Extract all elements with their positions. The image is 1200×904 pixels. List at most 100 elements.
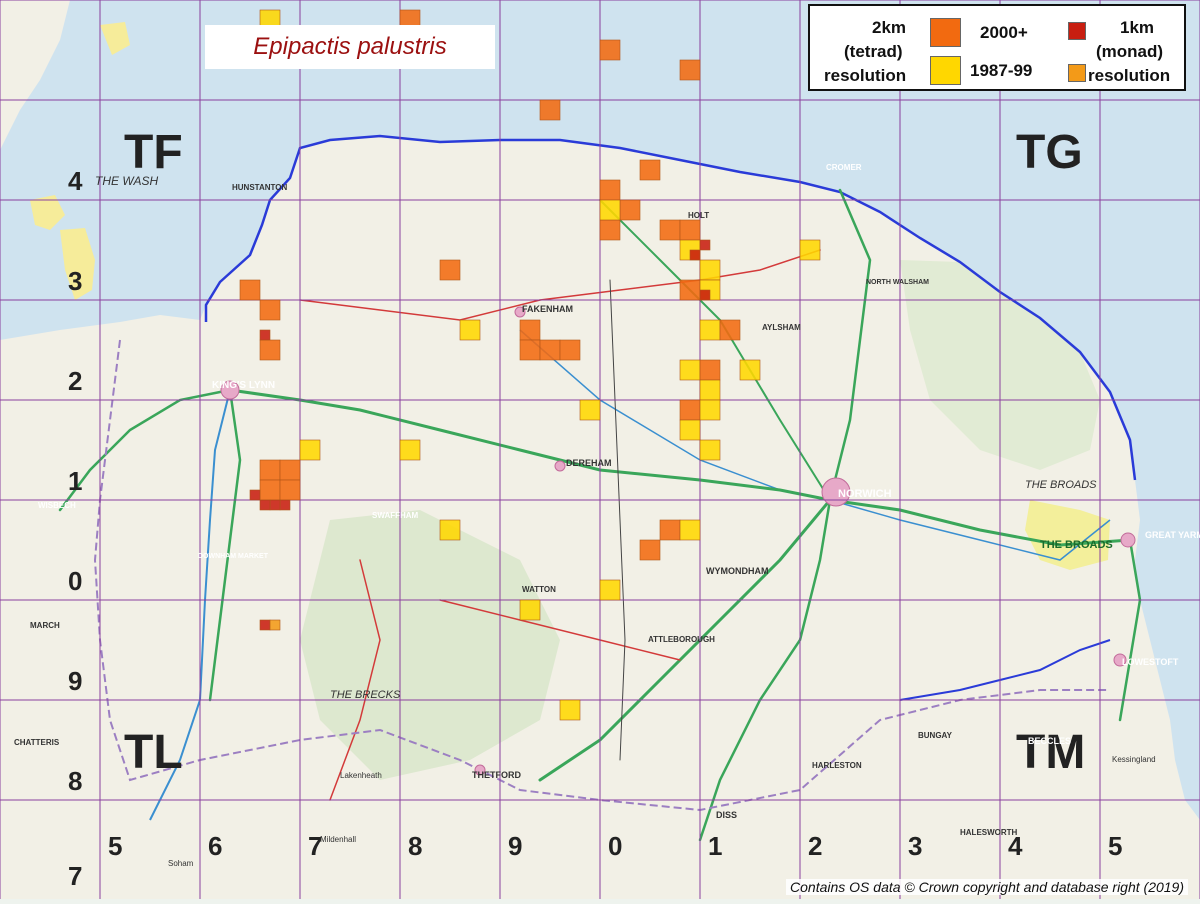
tetrad-record [660,520,680,540]
grid-number-left-3: 1 [68,466,82,496]
tetrad-record [620,200,640,220]
label-halesworth: HALESWORTH [960,828,1018,837]
tetrad-record [680,60,700,80]
grid-number-left-2: 2 [68,366,82,396]
tetrad-record [540,340,560,360]
tetrad-record [600,40,620,60]
label-downham-market: DOWNHAM MARKET [198,553,269,560]
legend-swatch-tetrad-old [930,56,961,85]
label-lowestoft: LOWESTOFT [1122,657,1179,667]
tetrad-record [660,220,680,240]
monad-record [280,500,290,510]
map-title: Epipactis palustris [253,33,446,61]
grid-number-left-7: 7 [68,861,82,891]
square-label-tg: TG [1016,126,1083,179]
tetrad-record [600,180,620,200]
tetrad-record [640,160,660,180]
square-label-tm: TM [1016,726,1085,779]
tetrad-record [680,400,700,420]
label-thetford: THETFORD [472,770,521,780]
tetrad-record [600,580,620,600]
label-beccles: BECCLES [1028,736,1071,746]
grid-number-left-1: 3 [68,266,82,296]
monad-record [700,240,710,250]
tetrad-record [720,320,740,340]
label-watton: WATTON [522,585,556,594]
tetrad-record [440,260,460,280]
tetrad-record [600,220,620,240]
tetrad-record [680,360,700,380]
tetrad-record [560,700,580,720]
label-the-broads-2: THE BROADS [1040,539,1113,551]
tetrad-record [520,340,540,360]
tetrad-record [260,480,280,500]
label-great-yarmouth: GREAT YARMOUTH [1145,530,1200,540]
label-chatteris: CHATTERIS [14,738,60,747]
label-wymondham: WYMONDHAM [706,566,769,576]
label-harleston: HARLESTON [812,761,862,770]
monad-record [700,290,710,300]
label-soham: Soham [168,859,194,868]
monad-record [260,330,270,340]
legend-tetrad-label-2: (tetrad) [844,42,903,62]
legend: 2km (tetrad) resolution 2000+ 1987-99 1k… [808,4,1186,91]
label-hunstanton: HUNSTANTON [232,183,287,192]
tetrad-record [700,360,720,380]
label-kessingland: Kessingland [1112,755,1156,764]
tetrad-record [700,440,720,460]
legend-period-old: 1987-99 [970,61,1032,81]
legend-monad-label-3: resolution [1088,66,1170,86]
square-label-tl: TL [124,726,183,779]
tetrad-record [240,280,260,300]
grid-number-bottom-0: 5 [108,831,122,861]
tetrad-record [560,340,580,360]
monad-record [270,620,280,630]
label-swaffham: SWAFFHAM [372,511,419,520]
monad-record [260,620,270,630]
label-diss: DISS [716,810,737,820]
label-bungay: BUNGAY [918,731,953,740]
legend-monad-label-2: (monad) [1096,42,1163,62]
grid-number-bottom-7: 2 [808,831,822,861]
label-dereham: DEREHAM [566,458,612,468]
label-fakenham: FAKENHAM [522,304,573,314]
tetrad-record [520,320,540,340]
grid-number-bottom-10: 5 [1108,831,1122,861]
label-aylsham: AYLSHAM [762,323,801,332]
title-box: Epipactis palustris [205,25,495,69]
tetrad-record [520,600,540,620]
legend-swatch-tetrad-recent [930,18,961,47]
legend-swatch-monad-old [1068,64,1086,82]
label-norwich: NORWICH [838,488,892,500]
label-north-walsham: NORTH WALSHAM [866,279,929,286]
legend-swatch-monad-recent [1068,22,1086,40]
tetrad-record [260,340,280,360]
tetrad-record [800,240,820,260]
tetrad-record [700,380,720,400]
copyright-notice: Contains OS data © Crown copyright and d… [786,879,1188,895]
tetrad-record [700,320,720,340]
legend-tetrad-label-3: resolution [824,66,906,86]
monad-record [270,500,280,510]
grid-number-left-6: 8 [68,766,82,796]
label-mildenhall: Mildenhall [320,835,356,844]
square-label-tf: TF [124,126,183,179]
tetrad-record [540,100,560,120]
tetrad-record [680,220,700,240]
tetrad-record [580,400,600,420]
tetrad-record [700,260,720,280]
tetrad-record [280,480,300,500]
grid-number-bottom-6: 1 [708,831,722,861]
tetrad-record [440,520,460,540]
tetrad-record [260,460,280,480]
label-lakenheath: Lakenheath [340,771,382,780]
label-cromer: CROMER [826,163,862,172]
grid-number-bottom-5: 0 [608,831,622,861]
tetrad-record [300,440,320,460]
tetrad-record [680,280,700,300]
map-canvas: TF TG TL TM 4 3 2 1 0 9 8 7 5 6 7 8 9 0 … [0,0,1200,899]
grid-number-left-0: 4 [68,166,83,196]
label-attleborough: ATTLEBOROUGH [648,635,715,644]
tetrad-record [260,300,280,320]
label-march: MARCH [30,621,60,630]
